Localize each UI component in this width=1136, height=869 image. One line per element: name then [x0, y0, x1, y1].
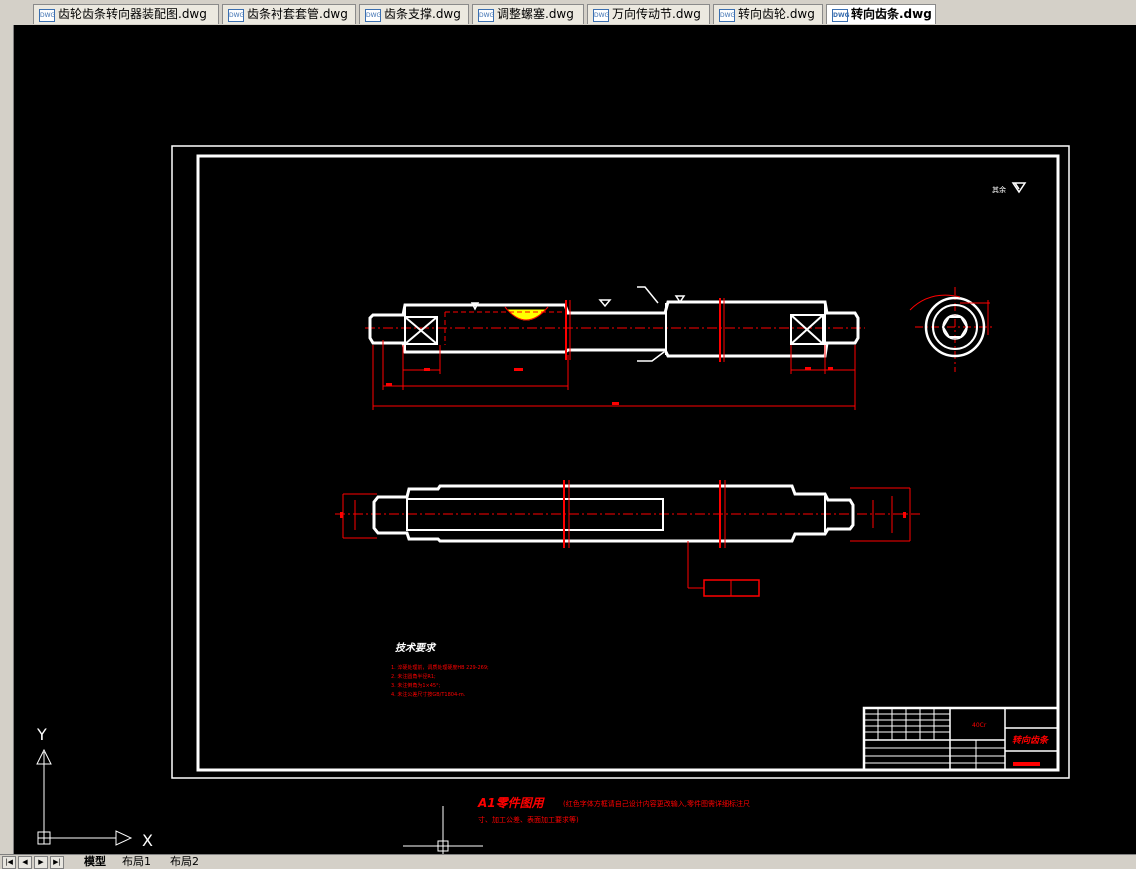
- tab-rack-support[interactable]: DWG 齿条支撑.dwg: [359, 4, 469, 24]
- tab-assembly-drawing[interactable]: DWG 齿轮齿条转向器装配图.dwg: [33, 4, 219, 24]
- crosshair-cursor: [403, 806, 483, 854]
- dwg-file-icon: DWG: [593, 9, 609, 22]
- a1-note-line-1: (红色字体方框请自己设计内容更改输入,零件图需详细标注尺: [563, 799, 750, 808]
- tech-req-item-2: 2. 未注圆角半径R1;: [391, 673, 436, 680]
- tab-universal-joint[interactable]: DWG 万向传动节.dwg: [587, 4, 710, 24]
- tab-label: 齿轮齿条转向器装配图.dwg: [58, 7, 207, 21]
- left-panel-strip: [0, 25, 14, 854]
- tab-layout-2[interactable]: 布局2: [170, 855, 199, 869]
- technical-requirements: 技术要求 1. 淬硬处理前，调质处理硬度HB 229-269; 2. 未注圆角半…: [391, 642, 489, 698]
- a1-note-line-2: 寸、加工公差、表面加工要求等): [478, 815, 579, 824]
- first-layout-button[interactable]: |◀: [2, 856, 16, 869]
- title-block-part-name: 转向齿条: [1012, 735, 1050, 746]
- title-block-material: 40Cr: [972, 722, 987, 729]
- tab-model[interactable]: 模型: [84, 855, 106, 869]
- dwg-file-icon: DWG: [228, 9, 244, 22]
- last-layout-button[interactable]: ▶|: [50, 856, 64, 869]
- a1-note: A1零件图用 (红色字体方框请自己设计内容更改输入,零件图需详细标注尺 寸、加工…: [477, 796, 750, 824]
- tab-label: 转向齿轮.dwg: [738, 7, 815, 21]
- tab-label: 齿条支撑.dwg: [384, 7, 461, 21]
- ucs-icon: Y X: [36, 725, 153, 850]
- surface-roughness-note: 其余: [992, 182, 1027, 194]
- inner-drawing-frame: [196, 154, 1060, 772]
- dwg-file-icon: DWG: [39, 9, 55, 22]
- tab-adjust-plug[interactable]: DWG 调整螺塞.dwg: [472, 4, 584, 24]
- ucs-y-label: Y: [36, 725, 47, 744]
- dwg-file-icon: DWG: [478, 9, 494, 22]
- dwg-file-icon: DWG: [832, 9, 850, 22]
- tech-req-item-3: 3. 未注倒角为1×45°;: [391, 682, 441, 689]
- surface-note-label: 其余: [992, 185, 1006, 194]
- next-layout-button[interactable]: ▶: [34, 856, 48, 869]
- dwg-file-icon: DWG: [365, 9, 381, 22]
- tab-label: 万向传动节.dwg: [612, 7, 701, 21]
- tab-steering-rack[interactable]: DWG 转向齿条.dwg: [826, 4, 936, 24]
- tab-label: 调整螺塞.dwg: [497, 7, 574, 21]
- outer-sheet-border: [171, 145, 1070, 779]
- rack-end-view: [909, 287, 995, 372]
- tech-req-item-1: 1. 淬硬处理前，调质处理硬度HB 229-269;: [391, 664, 489, 671]
- ucs-x-label: X: [142, 831, 153, 850]
- document-tab-bar: DWG 齿轮齿条转向器装配图.dwg DWG 齿条衬套套管.dwg DWG 齿条支撑.…: [0, 0, 1136, 26]
- tech-req-item-4: 4. 未注公差尺寸按GB/T1804-m.: [391, 691, 466, 698]
- tab-label: 转向齿条.dwg: [851, 7, 932, 21]
- drawing-canvas[interactable]: 其余 技术要求 1. 淬硬处理前，调质处理硬度HB 229-269; 2. 未注…: [14, 25, 1136, 854]
- title-block: 40Cr 转向齿条: [862, 706, 1060, 772]
- rack-top-view: [335, 480, 920, 597]
- layout-tab-bar: |◀ ◀ ▶ ▶| 模型 布局1 布局2: [0, 854, 1136, 869]
- tech-req-title: 技术要求: [395, 642, 437, 654]
- dwg-file-icon: DWG: [719, 9, 735, 22]
- prev-layout-button[interactable]: ◀: [18, 856, 32, 869]
- rack-front-view: [365, 286, 865, 410]
- tab-layout-1[interactable]: 布局1: [122, 855, 151, 869]
- a1-note-title: A1零件图用: [477, 796, 546, 810]
- tab-label: 齿条衬套套管.dwg: [247, 7, 348, 21]
- tab-steering-gear[interactable]: DWG 转向齿轮.dwg: [713, 4, 823, 24]
- tab-rack-bushing[interactable]: DWG 齿条衬套套管.dwg: [222, 4, 356, 24]
